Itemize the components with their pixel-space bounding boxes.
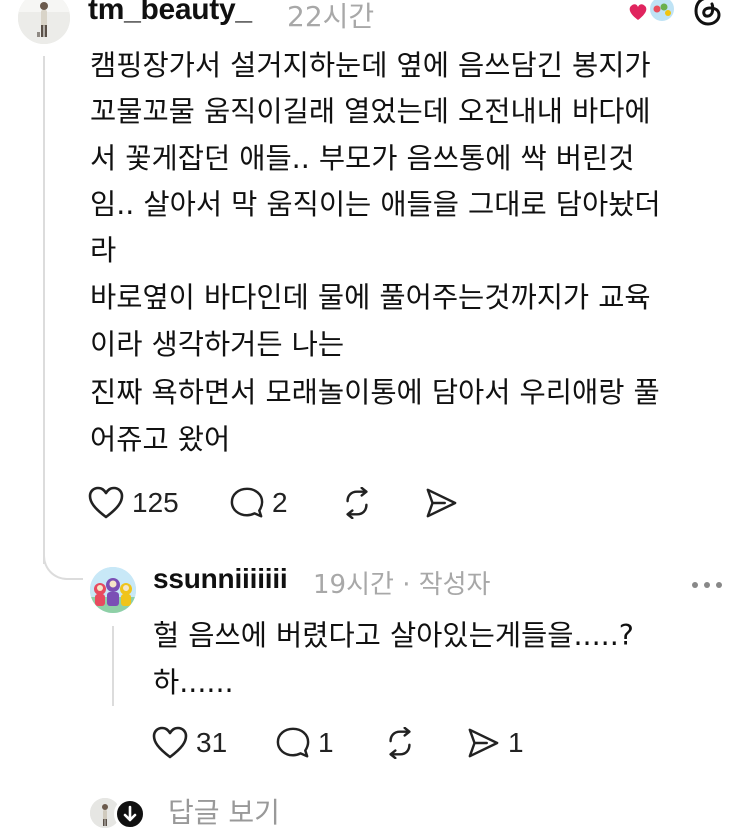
reply-like-button[interactable]: 31: [152, 726, 227, 760]
post-text-line: 바로옆이 바다인데 물에 풀어주는것까지가 교육: [90, 281, 651, 314]
post-text-line: 꼬물꼬물 움직이길래 열었는데 오전내내 바다에: [90, 95, 651, 128]
reaction-avatars[interactable]: [626, 0, 676, 26]
post-text-line: 이라 생각하거든 나는: [90, 328, 345, 361]
share-icon: [426, 488, 457, 518]
thread-connector-line: [43, 56, 45, 564]
threads-icon[interactable]: [692, 0, 724, 26]
like-count: 125: [132, 487, 179, 518]
reply-repost-button[interactable]: [383, 727, 417, 759]
reply-like-count: 31: [196, 727, 228, 758]
heart-reaction-icon: [629, 4, 647, 20]
post-text-line: 캠핑장가서 설거지하눈데 옆에 음쓰담긴 봉지가: [90, 49, 651, 82]
reply-count: 2: [272, 487, 288, 518]
reply-share-button[interactable]: 1: [466, 727, 524, 759]
heart-icon: [88, 486, 124, 519]
post-text-line: 진짜 욕하면서 모래놀이통에 담아서 우리애랑 풀: [90, 376, 660, 409]
repost-button[interactable]: [340, 487, 374, 519]
reply-text-line: 하......: [153, 666, 234, 699]
share-icon: [468, 728, 499, 758]
repost-icon: [346, 487, 368, 519]
reply-text-line: 헐 음쓰에 버렸다고 살아있는게들을.....?: [153, 619, 634, 652]
post-text-line: 라: [90, 234, 117, 267]
post-text-line: 서 꽃게잡던 애들.. 부모가 음쓰통에 싹 버린것: [90, 142, 635, 175]
author-avatar[interactable]: [18, 0, 70, 44]
reply-author-username[interactable]: ssunniiiiiii: [153, 563, 288, 595]
reply-meta: 19시간 · 작성자: [313, 570, 491, 600]
arrow-down-icon[interactable]: [114, 798, 146, 830]
thread-connector-curve: [43, 540, 83, 580]
post-text-line: 임.. 살아서 막 움직이는 애들을 그대로 담아놨더: [90, 188, 661, 221]
more-icon[interactable]: [690, 575, 724, 588]
reply-button[interactable]: 2: [230, 486, 288, 520]
share-button[interactable]: [424, 487, 458, 519]
author-username[interactable]: tm_beauty_: [88, 0, 252, 27]
reply-reply-button[interactable]: 1: [276, 726, 334, 760]
reply-share-count: 1: [508, 727, 524, 758]
reply-reply-count: 1: [318, 727, 334, 758]
post-text-line: 어쥬고 왔어: [90, 423, 231, 456]
reply-author-avatar[interactable]: [90, 567, 136, 613]
comment-icon: [230, 487, 264, 518]
like-button[interactable]: 125: [88, 486, 179, 520]
comment-icon: [276, 727, 310, 758]
post-timestamp: 22시간: [287, 0, 375, 33]
heart-icon: [152, 726, 188, 759]
view-replies-link[interactable]: 답글 보기: [168, 791, 280, 831]
reply-connector-line: [112, 626, 114, 706]
repost-icon: [389, 727, 411, 759]
